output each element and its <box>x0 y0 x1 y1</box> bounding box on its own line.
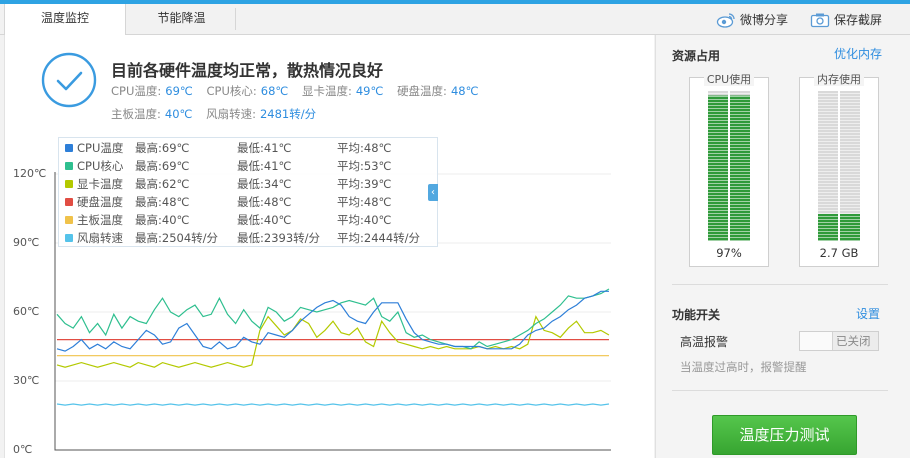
series-line-5 <box>56 403 610 406</box>
cpu-usage-value: 97% <box>716 246 742 260</box>
legend-series-name: 主板温度 <box>77 213 123 227</box>
cpu-usage-label: CPU使用 <box>703 73 755 86</box>
legend-avg: 平均:2444转/分 <box>337 231 421 245</box>
legend-max: 最高:40℃ <box>135 213 190 227</box>
legend-max: 最高:48℃ <box>135 195 190 209</box>
legend-collapse-button[interactable]: ‹ <box>428 184 438 201</box>
legend-min: 最低:2393转/分 <box>237 231 321 245</box>
tab-energy-cooling[interactable]: 节能降温 <box>128 8 236 30</box>
legend-avg: 平均:40℃ <box>337 213 392 227</box>
legend-max: 最高:69℃ <box>135 141 190 155</box>
features-title: 功能开关 <box>672 308 721 322</box>
high-temp-alarm-label: 高温报警 <box>680 335 729 349</box>
divider <box>672 390 888 391</box>
legend-row: 显卡温度 最高:62℃ 最低:34℃ 平均:39℃ <box>65 175 391 193</box>
legend-avg: 平均:39℃ <box>337 177 392 191</box>
alarm-hint: 当温度过高时，报警提醒 <box>680 360 807 374</box>
legend-series-name: 风扇转速 <box>77 231 123 245</box>
settings-link[interactable]: 设置 <box>856 305 880 322</box>
toggle-knob <box>800 332 833 350</box>
high-temp-alarm-toggle[interactable]: 已关闭 <box>799 331 879 351</box>
tab-bar: 温度监控 节能降温 微博分享 保存截屏 <box>0 4 910 36</box>
weibo-share-button[interactable]: 微博分享 <box>716 9 788 31</box>
legend-swatch <box>65 161 73 170</box>
legend-max: 最高:2504转/分 <box>135 231 219 245</box>
camera-icon <box>810 13 830 28</box>
legend-series-name: 显卡温度 <box>77 177 123 191</box>
legend-min: 最低:41℃ <box>237 159 292 173</box>
memory-usage-meter: 内存使用 2.7 GB <box>799 73 879 267</box>
toggle-state-text: 已关闭 <box>836 334 871 348</box>
legend-swatch <box>65 215 73 224</box>
cpu-usage-meter: CPU使用 97% <box>689 73 769 267</box>
legend-series-name: 硬盘温度 <box>77 195 123 209</box>
meter-column <box>708 91 728 241</box>
chart-legend: CPU温度 最高:69℃ 最低:41℃ 平均:48℃ CPU核心 最高:69℃ 最低:41℃… <box>58 137 438 247</box>
legend-min: 最低:34℃ <box>237 177 292 191</box>
memory-usage-label: 内存使用 <box>814 73 864 86</box>
meter-column <box>840 91 860 241</box>
legend-row: 硬盘温度 最高:48℃ 最低:48℃ 平均:48℃ <box>65 193 391 211</box>
stress-test-button[interactable]: 温度压力测试 <box>712 415 857 455</box>
legend-min: 最低:40℃ <box>237 213 292 227</box>
resources-title: 资源占用 <box>672 49 721 63</box>
memory-usage-bar <box>818 91 860 241</box>
cpu-usage-bar <box>708 91 750 241</box>
memory-usage-value: 2.7 GB <box>819 246 859 260</box>
legend-avg: 平均:53℃ <box>337 159 392 173</box>
legend-swatch <box>65 179 73 188</box>
legend-row: CPU温度 最高:69℃ 最低:41℃ 平均:48℃ <box>65 139 391 157</box>
legend-min: 最低:41℃ <box>237 141 292 155</box>
legend-max: 最高:62℃ <box>135 177 190 191</box>
weibo-share-label: 微博分享 <box>740 13 789 27</box>
legend-avg: 平均:48℃ <box>337 195 392 209</box>
legend-max: 最高:69℃ <box>135 159 190 173</box>
meter-column <box>818 91 838 241</box>
legend-series-name: CPU核心 <box>77 159 124 173</box>
legend-row: 主板温度 最高:40℃ 最低:40℃ 平均:40℃ <box>65 211 391 229</box>
legend-series-name: CPU温度 <box>77 141 124 155</box>
legend-swatch <box>65 143 73 152</box>
optimize-memory-link[interactable]: 优化内存 <box>834 45 882 62</box>
tab-temperature-monitor[interactable]: 温度监控 <box>4 4 126 36</box>
legend-row: 风扇转速 最高:2504转/分 最低:2393转/分 平均:2444转/分 <box>65 229 420 247</box>
legend-row: CPU核心 最高:69℃ 最低:41℃ 平均:53℃ <box>65 157 391 175</box>
series-line-2 <box>56 315 610 368</box>
meter-column <box>730 91 750 241</box>
save-screenshot-label: 保存截屏 <box>834 13 883 27</box>
legend-swatch <box>65 233 73 242</box>
side-panel: 资源占用 优化内存 CPU使用 97% 内存使用 2.7 GB 功能开关 设置 … <box>655 35 910 458</box>
legend-min: 最低:48℃ <box>237 195 292 209</box>
divider <box>672 284 888 285</box>
legend-avg: 平均:48℃ <box>337 141 392 155</box>
legend-swatch <box>65 197 73 206</box>
weibo-icon <box>716 13 735 28</box>
monitor-panel: 目前各硬件温度均正常，散热情况良好 CPU温度: 69℃ CPU核心: 68℃ 显卡… <box>4 35 654 458</box>
save-screenshot-button[interactable]: 保存截屏 <box>810 9 882 31</box>
